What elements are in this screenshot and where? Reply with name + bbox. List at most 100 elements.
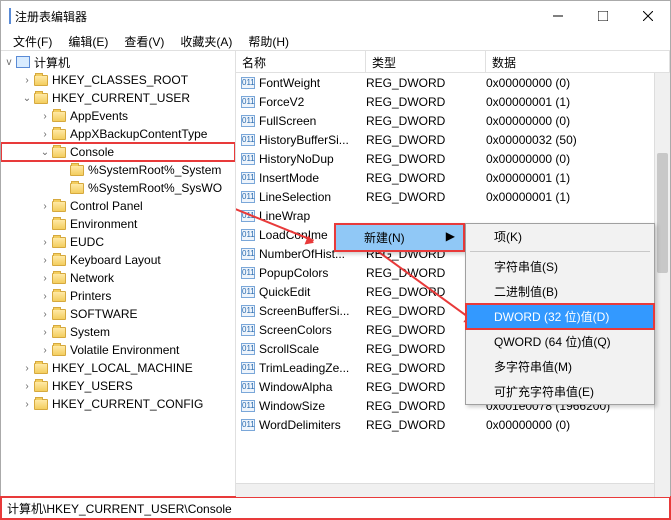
tree-item[interactable]: ›Printers (1, 287, 235, 305)
caret-icon[interactable]: › (21, 381, 33, 392)
folder-icon (51, 271, 67, 285)
tree-item-label: EUDC (70, 235, 104, 249)
scroll-thumb[interactable] (657, 153, 668, 273)
caret-icon[interactable]: › (39, 201, 51, 212)
cell-data: 0x00000000 (0) (486, 418, 670, 432)
caret-icon[interactable]: › (39, 327, 51, 338)
menu-file[interactable]: 文件(F) (5, 31, 60, 50)
folder-icon (51, 217, 67, 231)
menu-item-key[interactable]: 项(K) (466, 224, 654, 249)
folder-icon (33, 397, 49, 411)
list-view[interactable]: 名称 类型 数据 011FontWeightREG_DWORD0x0000000… (236, 51, 670, 497)
list-row[interactable]: 011InsertModeREG_DWORD0x00000001 (1) (236, 168, 670, 187)
tree-item[interactable]: %SystemRoot%_SysWO (1, 179, 235, 197)
caret-icon[interactable]: › (39, 345, 51, 356)
tree-item[interactable]: ›HKEY_USERS (1, 377, 235, 395)
maximize-button[interactable] (580, 1, 625, 31)
list-row[interactable]: 011HistoryBufferSi...REG_DWORD0x00000032… (236, 130, 670, 149)
cell-type: REG_DWORD (366, 95, 486, 109)
menu-view[interactable]: 查看(V) (116, 31, 172, 50)
dword-icon: 011 (240, 171, 256, 185)
cell-name: QuickEdit (259, 285, 366, 299)
col-name[interactable]: 名称 (236, 51, 366, 72)
menu-item-expand[interactable]: 可扩充字符串值(E) (466, 379, 654, 404)
caret-icon[interactable]: › (39, 237, 51, 248)
horizontal-scrollbar[interactable] (236, 483, 654, 497)
menu-item-binary[interactable]: 二进制值(B) (466, 279, 654, 304)
cell-type: REG_DWORD (366, 418, 486, 432)
dword-icon: 011 (240, 380, 256, 394)
tree-item[interactable]: ⌄Console (1, 143, 235, 161)
caret-icon[interactable]: › (21, 75, 33, 86)
col-data[interactable]: 数据 (486, 51, 670, 72)
folder-icon (33, 91, 49, 105)
tree-item[interactable]: › HKEY_CLASSES_ROOT (1, 71, 235, 89)
cell-data: 0x00000000 (0) (486, 152, 670, 166)
tree-item[interactable]: ›HKEY_CURRENT_CONFIG (1, 395, 235, 413)
folder-icon (69, 181, 85, 195)
menu-item-qword[interactable]: QWORD (64 位)值(Q) (466, 329, 654, 354)
tree-item[interactable]: Environment (1, 215, 235, 233)
tree-item[interactable]: ›HKEY_LOCAL_MACHINE (1, 359, 235, 377)
folder-icon (51, 127, 67, 141)
tree-item-label: %SystemRoot%_System (88, 163, 221, 177)
menu-favorites[interactable]: 收藏夹(A) (172, 31, 240, 50)
cell-name: InsertMode (259, 171, 366, 185)
caret-icon[interactable]: › (21, 399, 33, 410)
menu-edit[interactable]: 编辑(E) (60, 31, 116, 50)
cell-name: ScreenBufferSi... (259, 304, 366, 318)
list-row[interactable]: 011FullScreenREG_DWORD0x00000000 (0) (236, 111, 670, 130)
tree-item[interactable]: ›System (1, 323, 235, 341)
dword-icon: 011 (240, 190, 256, 204)
caret-icon[interactable]: › (39, 255, 51, 266)
menu-item-dword[interactable]: DWORD (32 位)值(D) (466, 304, 654, 329)
caret-icon[interactable]: ⌄ (39, 147, 51, 158)
list-row[interactable]: 011FontWeightREG_DWORD0x00000000 (0) (236, 73, 670, 92)
caret-icon[interactable]: › (39, 129, 51, 140)
menu-help[interactable]: 帮助(H) (240, 31, 297, 50)
list-row[interactable]: 011ForceV2REG_DWORD0x00000001 (1) (236, 92, 670, 111)
cell-name: ScrollScale (259, 342, 366, 356)
context-menu-new: 新建(N) ▶ (334, 223, 465, 252)
folder-icon (33, 361, 49, 375)
tree-root-label[interactable]: 计算机 (34, 54, 70, 71)
tree-item[interactable]: ›Control Panel (1, 197, 235, 215)
menu-item-new[interactable]: 新建(N) ▶ (336, 225, 463, 250)
caret-icon[interactable]: › (39, 309, 51, 320)
cell-name: FontWeight (259, 76, 366, 90)
tree-item-label: HKEY_CLASSES_ROOT (52, 73, 188, 87)
list-row[interactable]: 011HistoryNoDupREG_DWORD0x00000000 (0) (236, 149, 670, 168)
menu-item-string[interactable]: 字符串值(S) (466, 254, 654, 279)
tree-item[interactable]: ›SOFTWARE (1, 305, 235, 323)
close-button[interactable] (625, 1, 670, 31)
folder-icon (51, 145, 67, 159)
minimize-button[interactable] (535, 1, 580, 31)
list-row[interactable]: 011LineSelectionREG_DWORD0x00000001 (1) (236, 187, 670, 206)
list-row[interactable]: 011WordDelimitersREG_DWORD0x00000000 (0) (236, 415, 670, 434)
menu-separator (470, 251, 650, 252)
caret-icon[interactable]: › (39, 111, 51, 122)
tree-item[interactable]: ⌄HKEY_CURRENT_USER (1, 89, 235, 107)
dword-icon: 011 (240, 228, 256, 242)
caret-icon[interactable]: › (39, 273, 51, 284)
dword-icon: 011 (240, 247, 256, 261)
caret-icon[interactable]: › (21, 363, 33, 374)
tree-item[interactable]: %SystemRoot%_System (1, 161, 235, 179)
tree-view[interactable]: v 计算机 › HKEY_CLASSES_ROOT ⌄HKEY_CURRENT_US… (1, 51, 236, 497)
tree-item-label: AppXBackupContentType (70, 127, 207, 141)
col-type[interactable]: 类型 (366, 51, 486, 72)
vertical-scrollbar[interactable] (654, 73, 670, 497)
caret-icon[interactable]: v (3, 57, 15, 68)
menu-item-multi[interactable]: 多字符串值(M) (466, 354, 654, 379)
tree-item[interactable]: ›Network (1, 269, 235, 287)
tree-item[interactable]: ›Volatile Environment (1, 341, 235, 359)
tree-item[interactable]: › Keyboard Layout (1, 251, 235, 269)
caret-icon[interactable]: ⌄ (21, 93, 33, 104)
tree-item[interactable]: ›AppEvents (1, 107, 235, 125)
tree-item[interactable]: › EUDC (1, 233, 235, 251)
tree-item-label: Keyboard Layout (70, 253, 161, 267)
tree-item[interactable]: › AppXBackupContentType (1, 125, 235, 143)
caret-icon[interactable]: › (39, 291, 51, 302)
context-submenu: 项(K) 字符串值(S) 二进制值(B) DWORD (32 位)值(D) QW… (465, 223, 655, 405)
dword-icon: 011 (240, 114, 256, 128)
